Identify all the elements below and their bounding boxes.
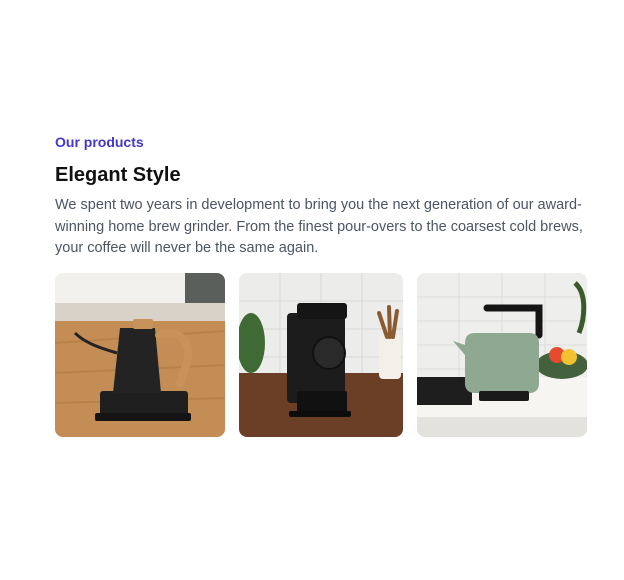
grinder-photo: [239, 273, 403, 437]
kettle-photo: [55, 273, 225, 437]
section-description: We spent two years in development to bri…: [55, 197, 583, 256]
section-eyebrow: Our products: [55, 134, 144, 150]
section-title: Elegant Style: [55, 164, 181, 186]
product-intro-section: Our products Elegant Style We spent two …: [55, 134, 587, 260]
electric-kettle-photo: [417, 273, 587, 437]
product-gallery: [55, 273, 587, 437]
